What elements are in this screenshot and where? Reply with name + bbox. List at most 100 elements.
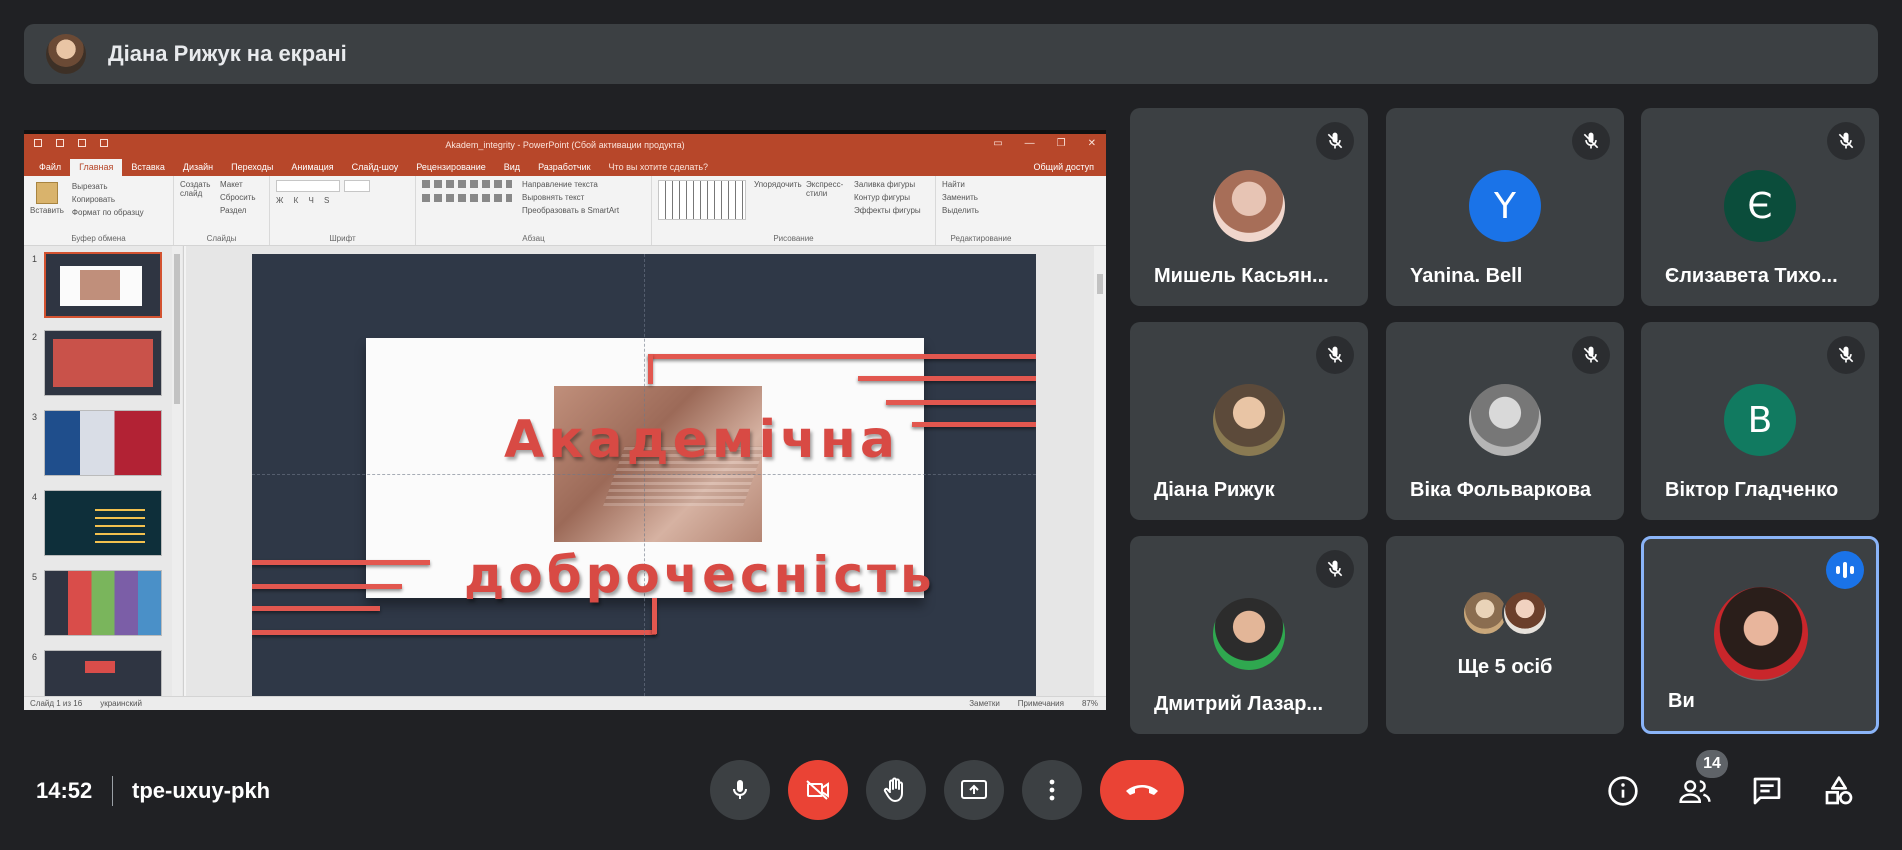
tab-review: Рецензирование [416,162,486,172]
shape-outline-label: Контур фигуры [854,193,910,202]
avatar: Є [1724,170,1796,242]
editing-group-label: Редактирование [950,234,1012,243]
format-painter-label: Формат по образцу [71,208,144,217]
participant-tile[interactable]: Y Yanina. Bell [1386,108,1624,306]
replace-label: Заменить [942,193,978,202]
participant-tile[interactable]: Діана Рижук [1130,322,1368,520]
divider [112,776,113,806]
tab-design: Дизайн [182,162,214,172]
avatar [1714,587,1808,681]
clipboard-group-label: Буфер обмена [71,234,126,243]
cut-label: Вырезать [71,182,108,191]
text-direction-label: Направление текста [522,180,598,189]
drawing-group: Упорядочить Экспресс-стили Заливка фигур… [652,176,936,245]
select-label: Выделить [942,206,979,215]
reset-label: Сбросить [220,193,256,202]
presenter-avatar [46,34,86,74]
mic-off-icon [1827,336,1865,374]
hang-up-icon [1126,785,1158,795]
avatar [1213,598,1285,670]
people-icon [1679,780,1711,803]
mic-off-icon [1316,122,1354,160]
presenter-banner-text: Діана Рижук на екрані [108,41,347,66]
camera-button[interactable] [788,760,848,820]
font-group: Ж К Ч S Шрифт [270,176,416,245]
tab-view: Вид [503,162,521,172]
meeting-code: tpe-uxuy-pkh [132,778,271,803]
smartart-label: Преобразовать в SmartArt [522,206,620,215]
microphone-button[interactable] [710,760,770,820]
slides-group: Создать слайд Макет Сбросить Раздел Слай… [174,176,270,245]
slide-number: 4 [32,492,38,502]
tab-developer: Разработчик [538,162,591,172]
paragraph-group-label: Абзац [522,234,545,243]
powerpoint-title-bar: Akadem_integrity - PowerPoint (Сбой акти… [24,134,1106,156]
tab-home: Главная [70,159,123,176]
paste-label: Вставить [30,206,64,215]
participant-name: Мишель Касьян... [1154,265,1329,287]
stacked-avatars [1462,586,1552,638]
participant-name: Дмитрий Лазар... [1154,693,1324,715]
slide-number: 3 [32,412,38,422]
slide-number: 2 [32,332,38,342]
chat-icon [1753,777,1781,805]
activities-icon [1825,776,1853,805]
avatar [1213,384,1285,456]
participant-tile[interactable]: Дмитрий Лазар... [1130,536,1368,734]
tell-me-box: Что вы хотите сделать? [608,162,709,172]
leave-call-button[interactable] [1100,760,1184,820]
notes-label: Заметки [969,699,1000,708]
participant-name: Ви [1668,690,1695,712]
mic-off-icon [1316,550,1354,588]
camera-off-icon [806,780,829,800]
more-participants-tile[interactable]: Ще 5 осіб [1386,536,1624,734]
activities-button[interactable] [1816,768,1862,814]
participant-name: Віка Фольваркова [1410,479,1591,501]
raise-hand-button[interactable] [866,760,926,820]
chat-button[interactable] [1744,768,1790,814]
tab-insert: Вставка [131,162,165,172]
font-group-label: Шрифт [329,234,356,243]
more-options-button[interactable] [1022,760,1082,820]
workspace: 1 2 3 4 5 6 Академічна доброчесність [24,246,1106,710]
avatar [1502,590,1548,636]
call-controls-bar: 14:52 tpe-uxuy-pkh 14 [0,740,1902,840]
avatar: Y [1469,170,1541,242]
meeting-info-button[interactable] [1600,768,1646,814]
ribbon: Вставить Вырезать Копировать Формат по о… [24,176,1106,246]
mic-off-icon [1316,336,1354,374]
participant-tile[interactable]: Є Єлизавета Тихо... [1641,108,1879,306]
self-tile[interactable]: Ви [1641,536,1879,734]
tab-animation: Анимация [291,162,334,172]
shape-fill-label: Заливка фигуры [854,180,916,189]
new-slide-label: Создать слайд [180,180,211,198]
thumbnail-scrollbar[interactable] [172,246,182,700]
comments-label: Примечания [1017,699,1064,708]
current-slide: Академічна доброчесність [252,254,1036,696]
shared-screen[interactable]: Akadem_integrity - PowerPoint (Сбой акти… [24,130,1106,710]
language-label: украинский [100,699,142,708]
align-text-label: Выровнять текст [522,193,585,202]
window-controls: ▭ — ❐ ✕ [993,138,1096,149]
speaking-indicator-icon [1826,551,1864,589]
copy-label: Копировать [71,195,115,204]
drawing-group-label: Рисование [773,234,814,243]
clipboard-group: Вставить Вырезать Копировать Формат по о… [24,176,174,245]
mic-off-icon [1572,336,1610,374]
participant-tile[interactable]: Віка Фольваркова [1386,322,1624,520]
slides-group-label: Слайды [206,234,237,243]
shape-effects-label: Эффекты фигуры [854,206,921,215]
people-count-badge: 14 [1696,750,1728,778]
status-bar: Слайд 1 из 16 украинский Заметки Примеча… [24,696,1106,710]
slide-thumbnail: 2 [30,330,180,396]
section-label: Раздел [220,206,247,215]
participant-tile[interactable]: Мишель Касьян... [1130,108,1368,306]
tab-transitions: Переходы [231,162,274,172]
slide-scrollbar[interactable] [1094,246,1106,700]
present-button[interactable] [944,760,1004,820]
slide-thumbnail: 4 [30,490,180,556]
slide-thumbnail: 1 [30,252,180,318]
participant-tile[interactable]: B Віктор Гладченко [1641,322,1879,520]
mic-off-icon [1572,122,1610,160]
quick-access-toolbar [34,139,108,147]
